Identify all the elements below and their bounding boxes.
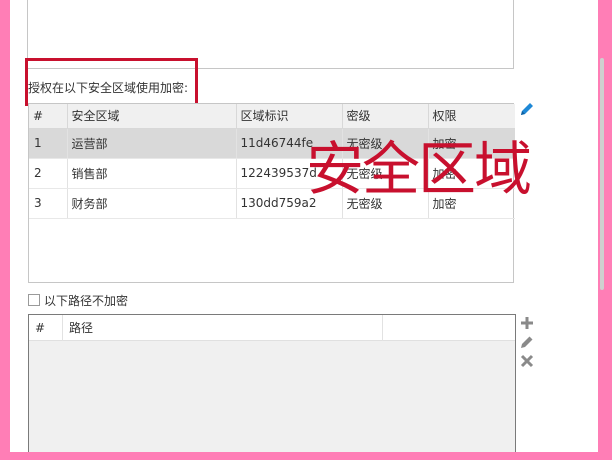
row-zone: 销售部	[67, 158, 237, 189]
path-actions-toolbar	[520, 316, 534, 368]
scrollbar-thumb[interactable]	[600, 58, 604, 290]
exclude-paths-row[interactable]: 以下路径不加密	[28, 292, 128, 308]
pencil-icon[interactable]	[519, 101, 535, 117]
excluded-paths-table[interactable]: # 路径	[28, 314, 516, 452]
row-num: 3	[29, 188, 68, 219]
table-header-row: # 安全区域 区域标识 密级 权限	[29, 104, 515, 129]
column-header-num[interactable]: #	[29, 315, 63, 341]
highlight-annotation-box	[25, 58, 198, 106]
row-zone: 运营部	[67, 128, 237, 159]
column-header-permission[interactable]: 权限	[428, 104, 515, 129]
exclude-paths-label: 以下路径不加密	[44, 293, 129, 308]
column-header-zone-id[interactable]: 区域标识	[236, 104, 343, 129]
settings-panel: 授权在以下安全区域使用加密: # 安全区域 区域标识 密级 权限 1 运营部 1…	[10, 0, 598, 452]
column-header-num[interactable]: #	[29, 104, 68, 129]
plus-icon[interactable]	[520, 316, 534, 330]
pencil-icon[interactable]	[520, 335, 534, 349]
column-header-zone[interactable]: 安全区域	[67, 104, 237, 129]
row-num: 2	[29, 158, 68, 189]
row-num: 1	[29, 128, 68, 159]
row-zone: 财务部	[67, 188, 237, 219]
column-header-empty[interactable]	[383, 315, 515, 341]
close-icon[interactable]	[520, 354, 534, 368]
column-header-path[interactable]: 路径	[63, 315, 383, 341]
exclude-paths-checkbox[interactable]	[28, 294, 40, 306]
table-header-row: # 路径	[29, 315, 515, 341]
column-header-level[interactable]: 密级	[342, 104, 429, 129]
zone-watermark-text: 安全区域	[306, 135, 532, 203]
